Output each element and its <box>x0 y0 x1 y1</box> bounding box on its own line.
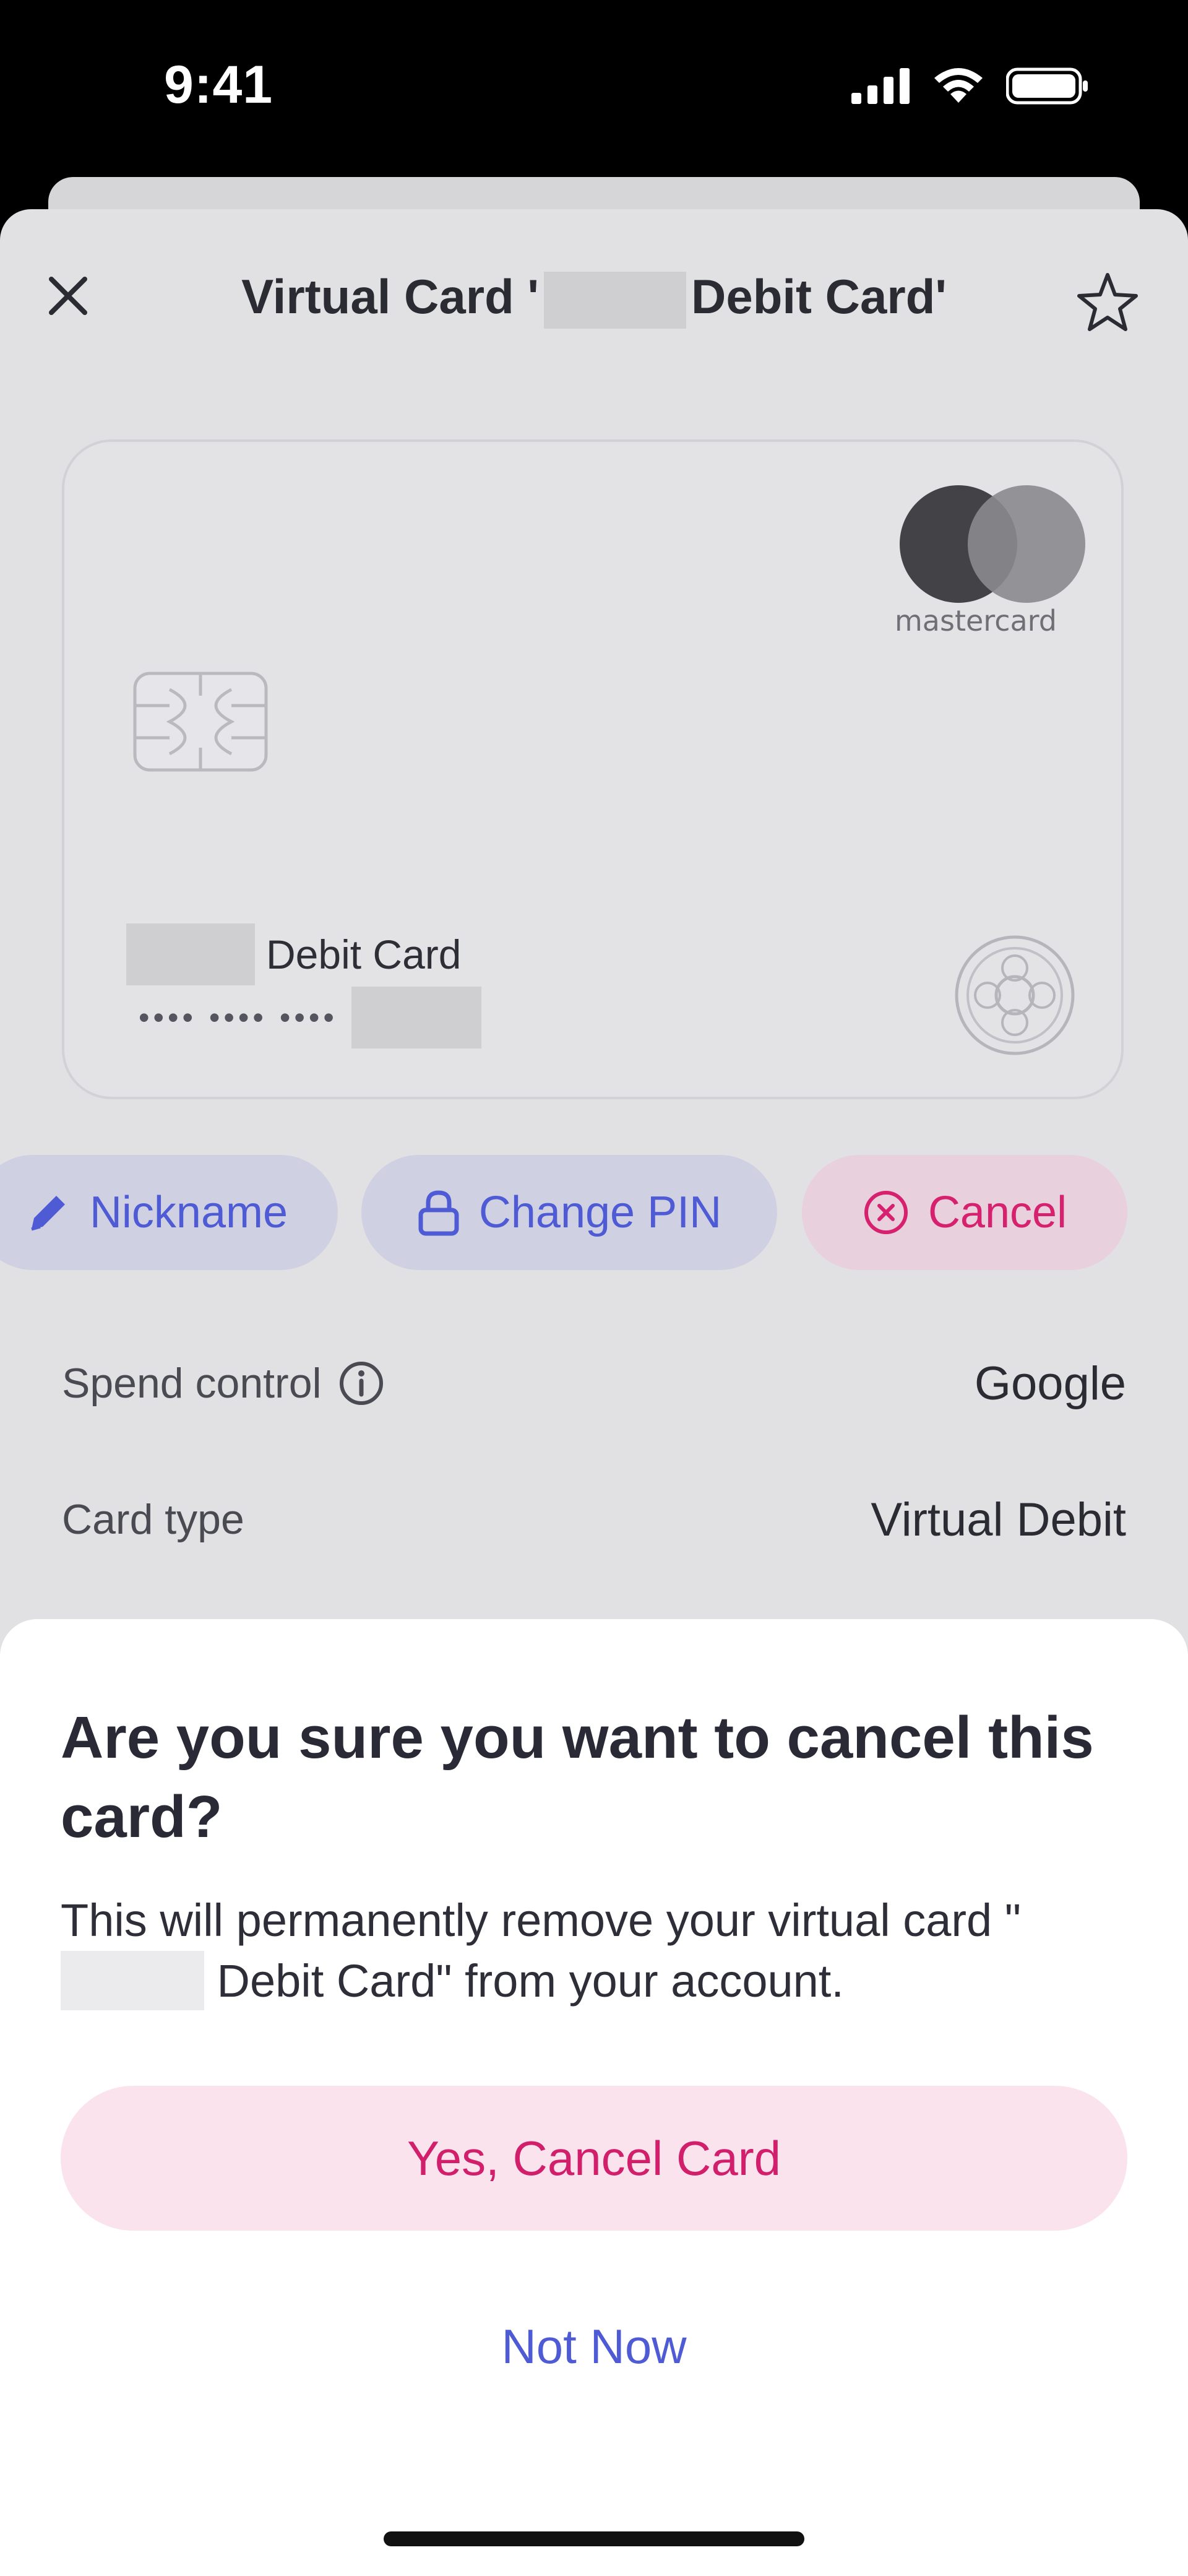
redacted-card-name <box>543 272 686 329</box>
confirm-cancel-button[interactable]: Yes, Cancel Card <box>61 2086 1127 2231</box>
card-type-row: Card type Virtual Debit <box>62 1485 1126 1554</box>
confirm-cancel-label: Yes, Cancel Card <box>407 2130 781 2185</box>
cancel-card-button[interactable]: Cancel <box>802 1155 1127 1270</box>
not-now-label: Not Now <box>501 2319 687 2374</box>
close-button[interactable] <box>37 265 99 327</box>
card-type-label: Card type <box>62 1496 244 1543</box>
chip-icon <box>133 672 268 772</box>
spend-control-label-group: Spend control <box>62 1359 385 1407</box>
change-pin-button[interactable]: Change PIN <box>361 1155 777 1270</box>
change-pin-label: Change PIN <box>478 1188 722 1237</box>
signal-icon <box>851 68 910 104</box>
wifi-icon <box>934 68 983 103</box>
spend-control-row[interactable]: Spend control Google <box>62 1349 1126 1417</box>
masked-number: •••• •••• •••• <box>139 1000 338 1035</box>
screen: 9:41 Virtual Card ' Debit Card' masterca… <box>0 0 1188 2576</box>
pencil-icon <box>31 1196 65 1231</box>
title-prefix: Virtual Card ' <box>241 269 539 324</box>
status-icons <box>851 67 1089 105</box>
nickname-label: Nickname <box>89 1188 288 1237</box>
star-icon <box>1077 273 1138 331</box>
spend-control-label: Spend control <box>62 1360 322 1407</box>
mastercard-circle-right <box>968 485 1085 603</box>
title-suffix: Debit Card' <box>691 269 947 324</box>
brand-seal-icon <box>955 935 1075 1055</box>
close-icon <box>49 277 87 315</box>
mastercard-circles <box>887 485 1085 603</box>
dialog-body: This will permanently remove your virtua… <box>61 1890 1150 2012</box>
lock-icon <box>418 1190 459 1236</box>
cancel-circle-icon <box>864 1191 908 1234</box>
cancel-confirmation-dialog: Are you sure you want to cancel this car… <box>0 1619 1188 2576</box>
card-number: •••• •••• •••• <box>139 987 481 1048</box>
status-time: 9:41 <box>164 55 273 115</box>
redacted-name <box>126 923 255 985</box>
nickname-button[interactable]: Nickname <box>0 1155 338 1270</box>
info-icon[interactable] <box>338 1360 385 1407</box>
card-name-suffix: Debit Card <box>266 931 462 977</box>
dialog-body-suffix: Debit Card" from your account. <box>204 1955 844 2007</box>
virtual-card[interactable]: mastercard Debit Card •••• •••• •••• <box>62 439 1124 1099</box>
mastercard-logo: mastercard <box>887 485 1085 646</box>
status-bar: 9:41 <box>0 0 1188 179</box>
dialog-body-prefix: This will permanently remove your virtua… <box>61 1895 1022 1946</box>
spend-control-value: Google <box>974 1357 1126 1410</box>
home-indicator[interactable] <box>384 2531 804 2546</box>
redacted-last-digits <box>351 987 481 1048</box>
favorite-button[interactable] <box>1070 265 1145 339</box>
redacted-card-name-body <box>61 1951 204 2010</box>
cancel-label: Cancel <box>928 1188 1067 1237</box>
card-type-value: Virtual Debit <box>871 1493 1126 1546</box>
not-now-button[interactable]: Not Now <box>408 2300 780 2393</box>
card-name: Debit Card <box>126 923 461 985</box>
mastercard-wordmark: mastercard <box>895 604 1057 638</box>
battery-icon <box>1006 67 1088 105</box>
dialog-title: Are you sure you want to cancel this car… <box>61 1705 1094 1850</box>
sheet-title: Virtual Card ' Debit Card' <box>223 269 965 329</box>
sheet-header: Virtual Card ' Debit Card' <box>0 209 1188 376</box>
